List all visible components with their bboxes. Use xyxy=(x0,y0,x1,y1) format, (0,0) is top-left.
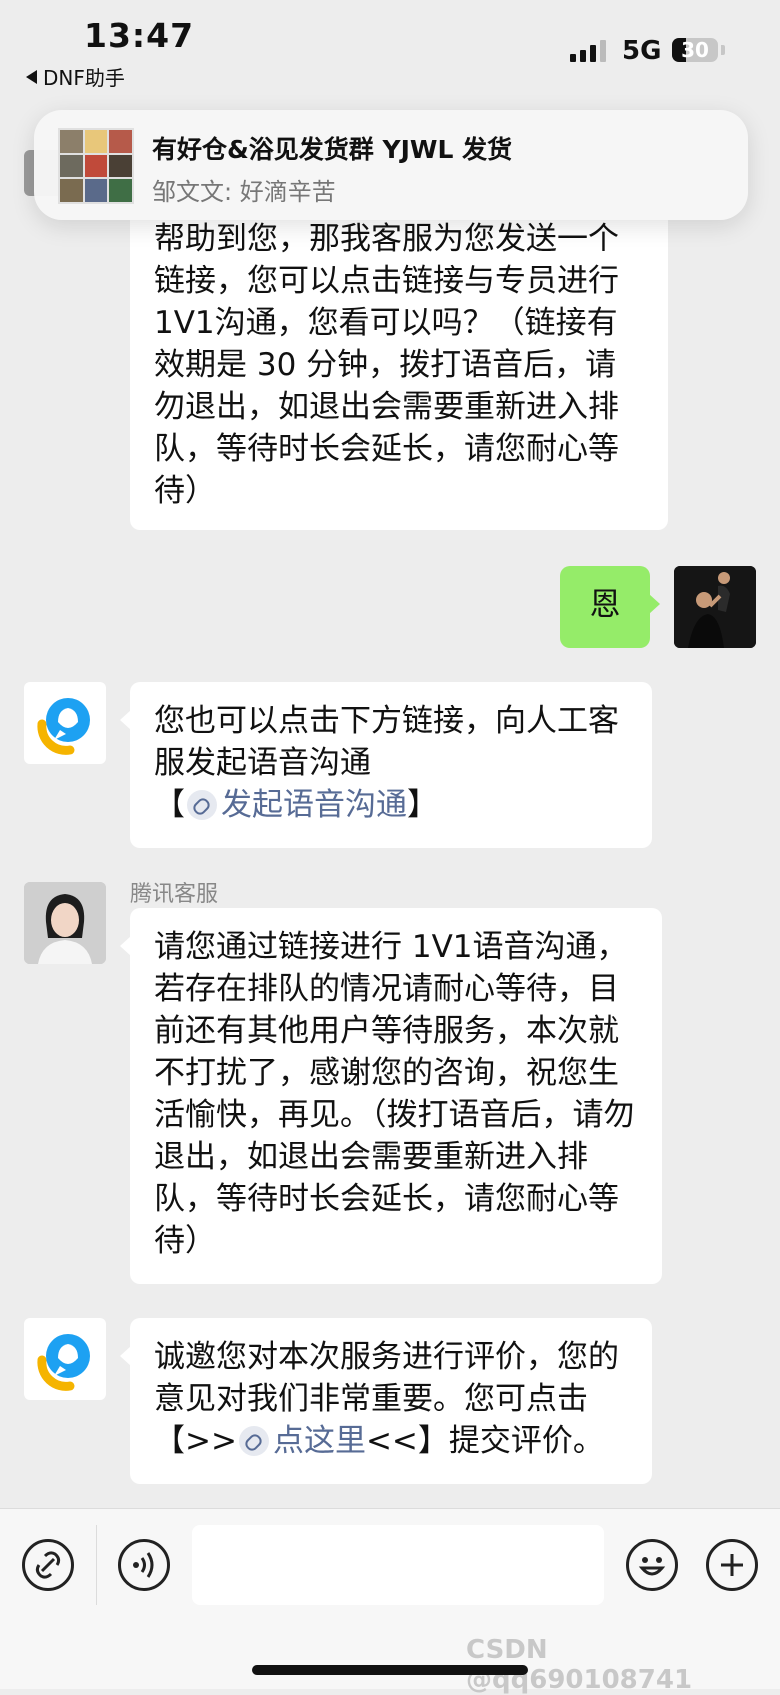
back-app-label: DNF助手 xyxy=(43,66,125,90)
voice-icon[interactable] xyxy=(118,1539,170,1591)
notification-banner[interactable]: 有好仓&浴见发货群 YJWL 发货 邹文文: 好滴辛苦 xyxy=(34,110,748,220)
self-avatar[interactable] xyxy=(674,566,756,648)
message-input[interactable] xyxy=(192,1525,604,1605)
bracket-open: 【 xyxy=(154,787,185,823)
self-avatar-photo xyxy=(674,566,756,648)
emoji-icon[interactable] xyxy=(626,1539,678,1591)
message-text: 请您通过链接进行 1V1语音沟通，若存在排队的情况请耐心等待，目前还有其他用户等… xyxy=(154,929,635,1259)
status-time: 13:47 xyxy=(84,16,195,55)
voice-call-link[interactable]: 发起语音沟通 xyxy=(221,787,407,823)
group-avatar xyxy=(58,128,134,204)
network-label: 5G xyxy=(622,36,662,66)
link-icon[interactable] xyxy=(22,1539,74,1591)
sender-name: 腾讯客服 xyxy=(130,882,219,907)
qq-logo-icon xyxy=(37,1334,90,1391)
divider xyxy=(96,1525,97,1605)
qq-logo-icon xyxy=(37,698,90,755)
notification-preview: 邹文文: 好滴辛苦 xyxy=(152,178,336,206)
message-bubble-self[interactable]: 恩 xyxy=(560,566,660,648)
agent-avatar-photo xyxy=(24,882,106,964)
message-bubble[interactable]: 您也可以点击下方链接，向人工客服发起语音沟通 【发起语音沟通】 xyxy=(120,682,652,848)
status-bar: 13:47 DNF助手 5G 30 xyxy=(0,0,780,110)
link-icon xyxy=(187,789,217,820)
home-indicator[interactable] xyxy=(252,1665,528,1675)
message-text: 您也可以点击下方链接，向人工客服发起语音沟通 xyxy=(154,703,619,781)
agent-avatar[interactable] xyxy=(24,882,106,964)
message-bubble[interactable]: 请您通过链接进行 1V1语音沟通，若存在排队的情况请耐心等待，目前还有其他用户等… xyxy=(120,908,662,1284)
bracket-close: 】 xyxy=(407,787,438,823)
notification-title: 有好仓&浴见发货群 YJWL 发货 xyxy=(152,135,513,164)
battery-icon: 30 xyxy=(672,38,718,62)
bot-avatar[interactable] xyxy=(24,1318,106,1400)
rating-link[interactable]: 点这里 xyxy=(273,1423,366,1459)
chat-input-bar: CSDN @qq690108741 xyxy=(0,1508,780,1695)
link-icon xyxy=(238,1425,269,1456)
message-bubble[interactable]: 诚邀您对本次服务进行评价，您的意见对我们非常重要。您可点击【>> 点这里<<】提交… xyxy=(120,1318,652,1484)
signal-icon xyxy=(570,40,606,62)
add-icon[interactable] xyxy=(706,1539,758,1591)
message-text: 帮助到您，那我客服为您发送一个链接，您可以点击链接与专员进行 1V1沟通，您看可… xyxy=(154,221,619,509)
message-text-after: <<】提交评价。 xyxy=(365,1423,604,1459)
back-arrow-icon xyxy=(26,69,37,84)
back-to-app-link[interactable]: DNF助手 xyxy=(26,62,125,91)
battery-tip xyxy=(721,45,725,55)
battery-level: 30 xyxy=(681,38,709,62)
bot-avatar[interactable] xyxy=(24,682,106,764)
message-text: 恩 xyxy=(589,587,621,623)
